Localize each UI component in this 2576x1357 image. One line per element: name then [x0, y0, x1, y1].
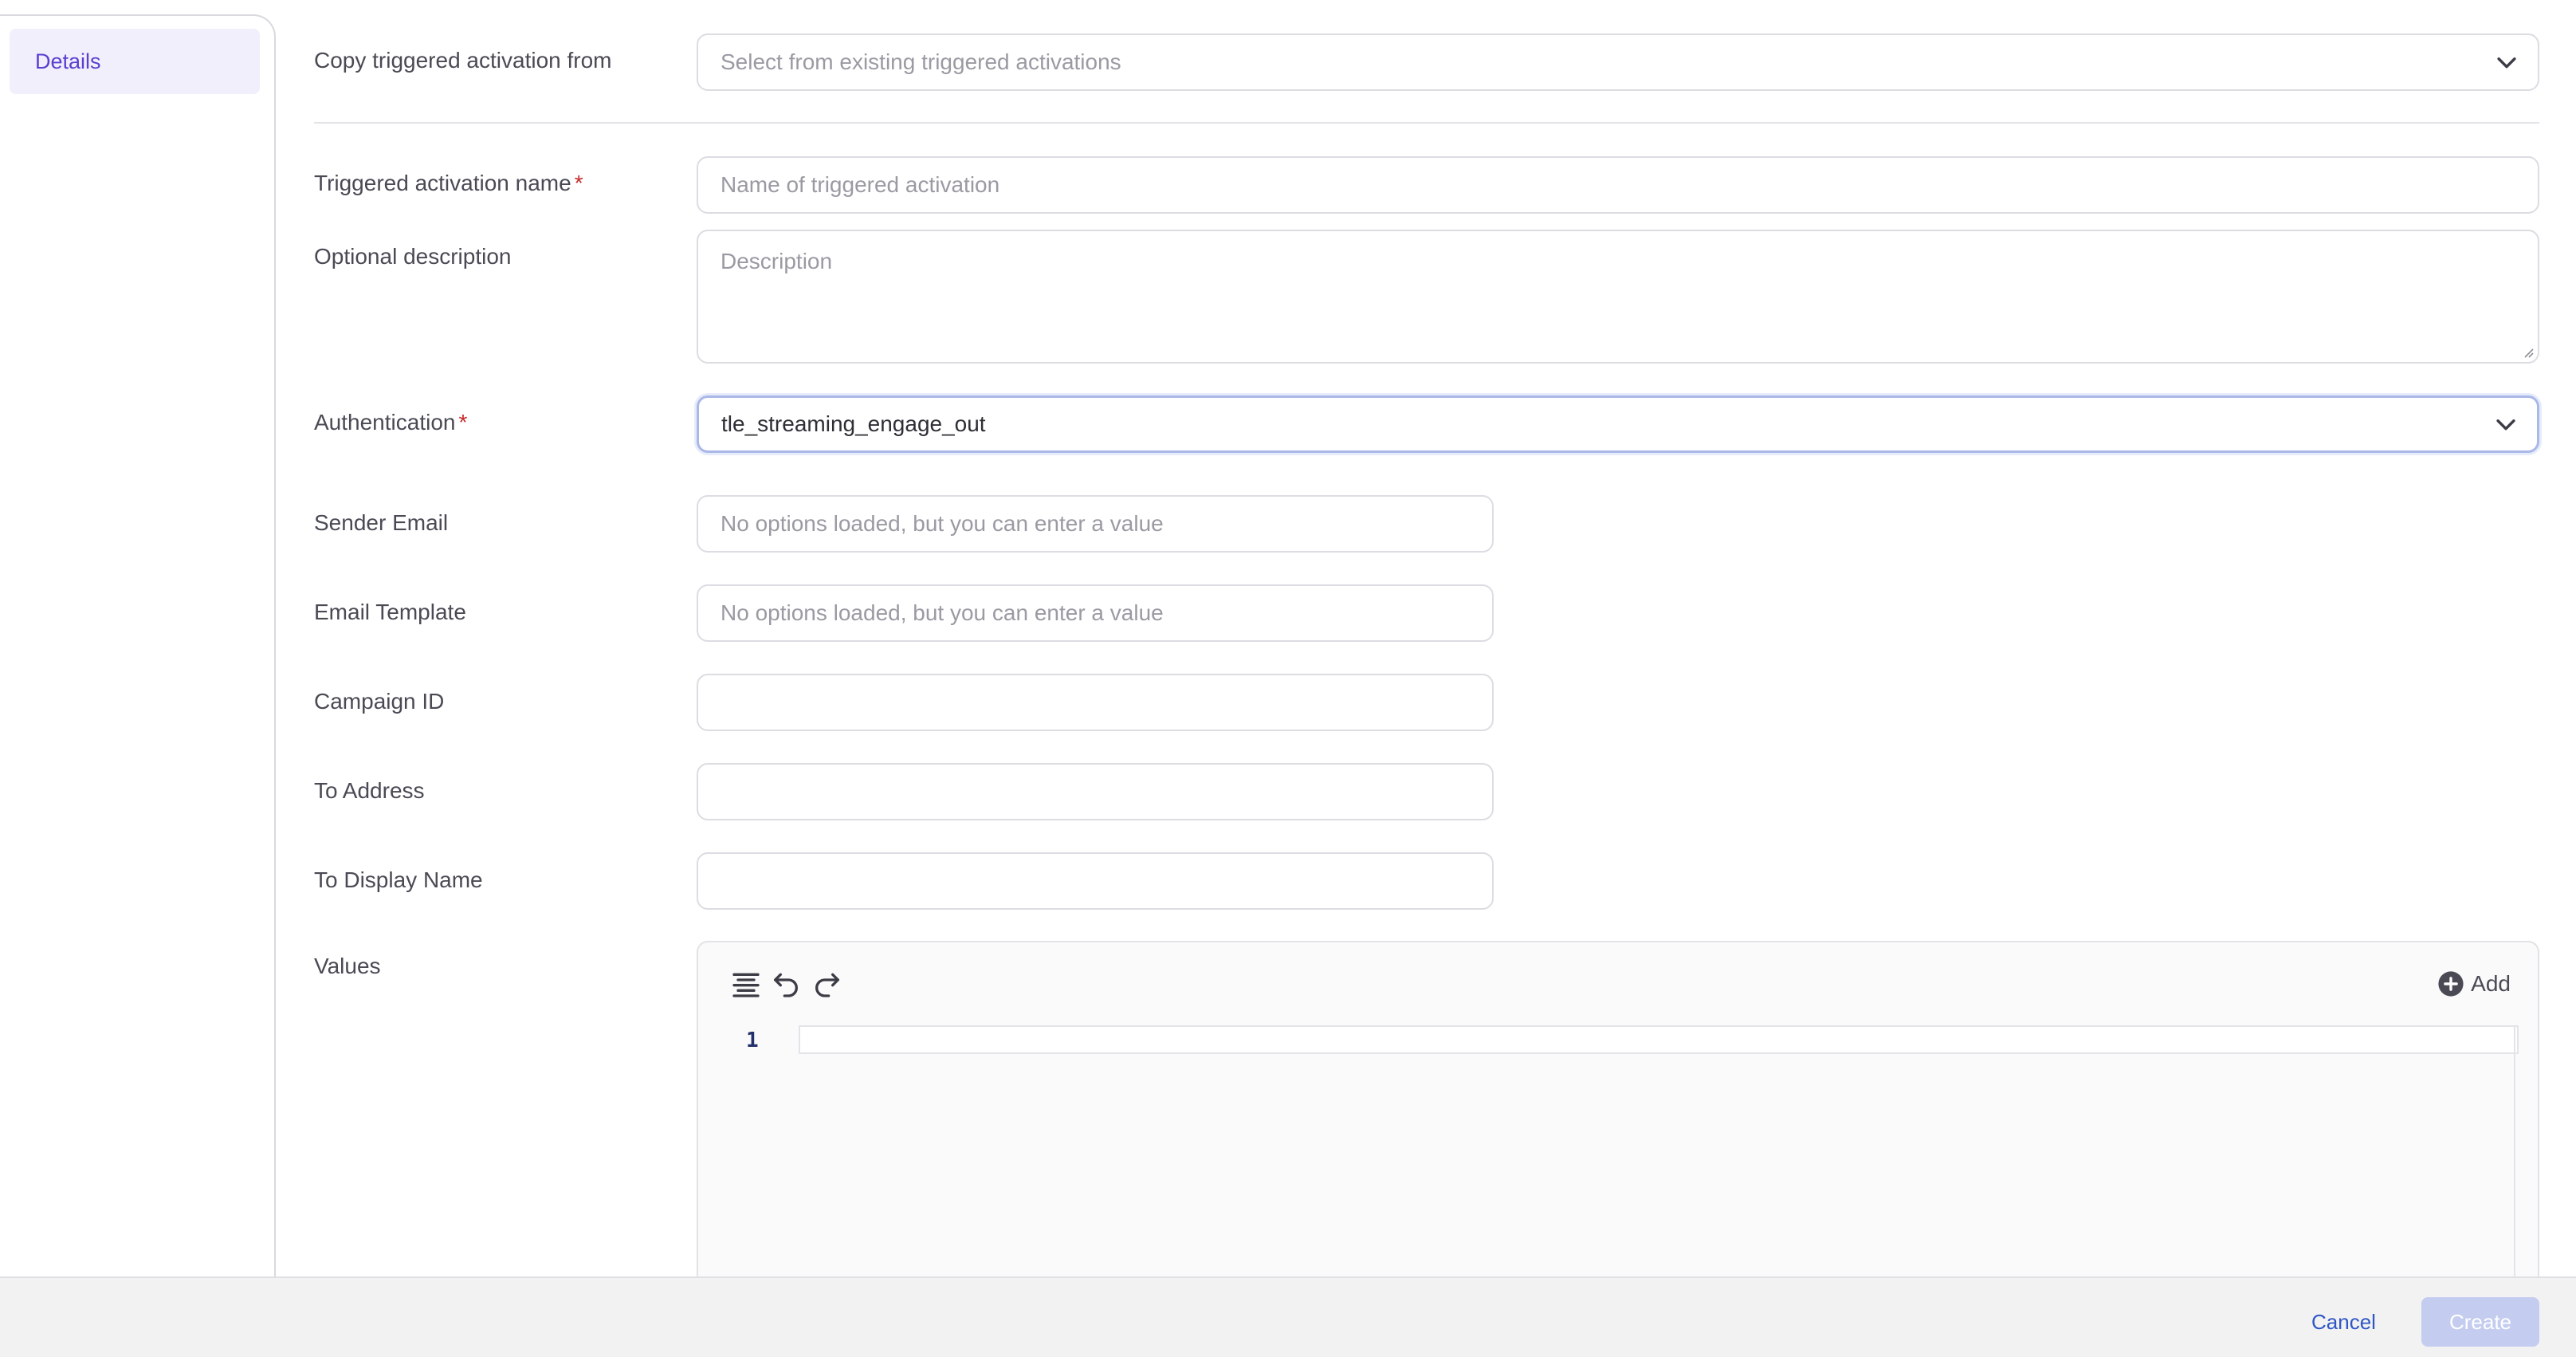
email-template-input[interactable]: No options loaded, but you can enter a v…	[697, 584, 1494, 642]
description-textarea[interactable]: Description	[697, 230, 2539, 364]
create-button[interactable]: Create	[2421, 1297, 2539, 1347]
sender-email-placeholder: No options loaded, but you can enter a v…	[721, 511, 1164, 536]
editor-scrollbar[interactable]	[2514, 1025, 2515, 1284]
add-button[interactable]: Add	[2437, 968, 2511, 1000]
name-label: Triggered activation name *	[314, 171, 583, 196]
campaign-id-label: Campaign ID	[314, 689, 445, 714]
copy-from-label: Copy triggered activation from	[314, 48, 612, 73]
values-label: Values	[314, 954, 381, 978]
to-address-input[interactable]	[697, 763, 1494, 820]
footer: Cancel Create	[0, 1276, 2576, 1357]
create-triggered-activation-page: Details Copy triggered activation from S…	[0, 0, 2576, 1357]
copy-from-placeholder: Select from existing triggered activatio…	[721, 49, 1121, 74]
editor-toolbar: Add	[698, 942, 2538, 1025]
values-editor: Add 1	[697, 941, 2539, 1284]
campaign-id-input[interactable]	[697, 674, 1494, 731]
required-mark: *	[458, 410, 468, 435]
description-placeholder: Description	[721, 249, 833, 273]
name-placeholder: Name of triggered activation	[721, 172, 1000, 197]
authentication-label-text: Authentication	[314, 410, 456, 435]
divider	[314, 122, 2539, 124]
description-label: Optional description	[314, 244, 512, 269]
email-template-label: Email Template	[314, 600, 466, 624]
authentication-label: Authentication *	[314, 410, 467, 435]
name-input[interactable]: Name of triggered activation	[697, 156, 2539, 214]
undo-icon[interactable]	[770, 968, 802, 1000]
sender-email-input[interactable]: No options loaded, but you can enter a v…	[697, 495, 1494, 553]
sender-email-label: Sender Email	[314, 510, 449, 535]
plus-circle-icon	[2438, 971, 2464, 997]
resize-handle-icon[interactable]	[2520, 344, 2535, 359]
required-mark: *	[574, 171, 583, 195]
to-display-name-input[interactable]	[697, 852, 1494, 910]
copy-from-select[interactable]: Select from existing triggered activatio…	[697, 33, 2539, 91]
cancel-button[interactable]: Cancel	[2311, 1310, 2376, 1335]
line-number: 1	[746, 1029, 759, 1052]
redo-icon[interactable]	[811, 968, 843, 1000]
chevron-down-icon	[2496, 419, 2515, 431]
sidebar: Details	[0, 14, 276, 1276]
code-line-input[interactable]	[799, 1025, 2519, 1054]
to-display-name-label: To Display Name	[314, 867, 483, 892]
name-label-text: Triggered activation name	[314, 171, 571, 195]
authentication-select[interactable]: tle_streaming_engage_out	[697, 395, 2539, 453]
add-button-label: Add	[2471, 971, 2511, 996]
email-template-placeholder: No options loaded, but you can enter a v…	[721, 600, 1164, 625]
to-address-label: To Address	[314, 778, 425, 803]
format-icon[interactable]	[730, 968, 762, 1000]
authentication-value: tle_streaming_engage_out	[721, 411, 986, 436]
chevron-down-icon	[2497, 57, 2516, 69]
sidebar-item-details[interactable]: Details	[10, 29, 260, 94]
